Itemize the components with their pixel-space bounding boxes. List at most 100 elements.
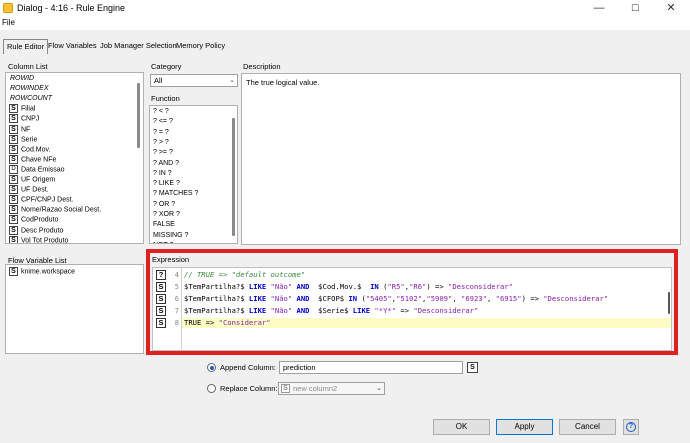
list-item[interactable]: S CodProduto	[9, 215, 58, 225]
append-column-input[interactable]: prediction	[279, 361, 463, 374]
function-item[interactable]: NOT ?	[153, 241, 174, 243]
ok-button[interactable]: OK	[433, 419, 490, 435]
list-item[interactable]: D Data Emissao	[9, 164, 65, 175]
function-item[interactable]: ? > ?	[153, 138, 169, 148]
column-name: Chave NFe	[21, 156, 57, 164]
column-name: CPF/CNPJ Dest.	[21, 196, 74, 204]
list-item[interactable]: S CPF/CNPJ Dest.	[9, 195, 74, 205]
maximize-button[interactable]: ☐	[620, 0, 650, 16]
string-type-icon: S	[9, 195, 18, 205]
line-number: 5	[174, 283, 179, 291]
column-list[interactable]: ROWID ROWINDEX ROWCOUNT S Filial S CNPJ S NF S Ser…	[5, 72, 144, 244]
string-type-icon: S	[281, 384, 290, 393]
code-token: "5405"	[365, 294, 392, 303]
cancel-button[interactable]: Cancel	[559, 419, 616, 435]
string-type-icon: S	[9, 114, 18, 124]
list-item[interactable]: S Filial	[9, 104, 35, 114]
replace-column-value: new column2	[293, 384, 338, 393]
column-list-scrollbar[interactable]	[137, 83, 140, 148]
string-type-icon: S	[9, 235, 18, 243]
expression-editor[interactable]: ? 4// TRUE => "default outcome" S 5 $TemPart…	[152, 267, 672, 351]
list-item[interactable]: S Nome/Razao Social Dest.	[9, 205, 101, 215]
string-type-icon: S	[467, 362, 478, 373]
column-name: Nome/Razao Social Dest.	[21, 206, 102, 214]
code-token: $TemPartilha?$	[184, 282, 249, 291]
list-item[interactable]: S UF Origem	[9, 175, 55, 185]
rule-status-icon: ?	[156, 270, 166, 280]
string-type-icon: S	[156, 282, 166, 292]
code-token: $TemPartilha?$	[184, 306, 249, 315]
code-token: "6915"	[495, 294, 522, 303]
column-list-label: Column List	[8, 62, 48, 71]
list-item[interactable]: S Cod.Mov.	[9, 144, 50, 155]
append-column-radio[interactable]	[207, 363, 216, 372]
list-item[interactable]: S CNPJ	[9, 114, 39, 124]
function-item[interactable]: ? = ?	[153, 128, 169, 138]
function-item[interactable]: ? < ?	[153, 107, 169, 117]
tab-rule-editor[interactable]: Rule Editor	[3, 39, 49, 54]
tab-memory-policy[interactable]: Memory Policy	[173, 39, 228, 54]
code-token: "Desconsiderar"	[448, 282, 513, 291]
tab-job-manager-selection[interactable]: Job Manager Selection	[97, 39, 180, 54]
chevron-down-icon: ⌄	[229, 77, 235, 84]
gutter-separator	[181, 268, 182, 350]
function-item[interactable]: ? AND ?	[153, 159, 179, 169]
category-select[interactable]: All ⌄	[150, 74, 238, 87]
function-item[interactable]: ? MATCHES ?	[153, 189, 198, 199]
column-name: CNPJ	[21, 115, 40, 123]
code-token: // TRUE => "default outcome"	[184, 270, 306, 279]
column-name: ROWINDEX	[10, 85, 49, 93]
code-token: =>	[396, 306, 414, 315]
flow-variable-list[interactable]: Sknime.workspace	[5, 264, 144, 354]
replace-column-label: Replace Column:	[220, 384, 278, 393]
code-line: $TemPartilha?$ LIKE "Não" AND $Cod.Mov.$…	[184, 282, 513, 292]
code-token: "Não"	[266, 294, 297, 303]
close-button[interactable]: ✕	[656, 0, 686, 16]
function-list-scrollbar[interactable]	[232, 118, 235, 236]
list-item[interactable]: S NF	[9, 124, 30, 135]
function-item[interactable]: FALSE	[153, 220, 175, 230]
function-item[interactable]: ? XOR ?	[153, 210, 180, 220]
function-item[interactable]: ? IN ?	[153, 169, 172, 179]
code-token: (	[357, 294, 366, 303]
function-item[interactable]: ? OR ?	[153, 200, 175, 210]
code-token: LIKE	[248, 282, 267, 291]
string-type-icon: S	[9, 124, 18, 134]
minimize-button[interactable]: —	[584, 0, 614, 16]
list-item[interactable]: Sknime.workspace	[9, 267, 75, 277]
code-token: "Considerar"	[218, 318, 271, 327]
list-item[interactable]: S Chave NFe	[9, 154, 57, 165]
code-token: AND	[296, 294, 310, 303]
string-type-icon: S	[9, 144, 18, 154]
code-token: "Não"	[266, 306, 297, 315]
column-name: UF Origem	[21, 176, 56, 184]
function-item[interactable]: ? LIKE ?	[153, 179, 180, 189]
list-item[interactable]: S UF Dest.	[9, 185, 49, 195]
list-item[interactable]: S Serie	[9, 134, 38, 145]
list-item[interactable]: S Desc Produto	[9, 225, 63, 236]
replace-column-radio[interactable]	[207, 384, 216, 393]
code-line: $TemPartilha?$ LIKE "Não" AND $CFOP$ IN …	[184, 294, 608, 304]
function-item[interactable]: ? <= ?	[153, 117, 173, 127]
string-type-icon: S	[9, 175, 18, 184]
help-button[interactable]: ?	[623, 419, 639, 435]
code-token: ) =>	[521, 294, 544, 303]
function-label: Function	[151, 94, 180, 103]
list-item[interactable]: ROWCOUNT	[10, 94, 52, 104]
apply-button[interactable]: Apply	[496, 419, 553, 435]
list-item[interactable]: ROWINDEX	[10, 84, 49, 94]
menu-file[interactable]: File	[2, 18, 15, 27]
line-number: 8	[174, 319, 179, 327]
function-list[interactable]: ? < ?? <= ?? = ?? > ?? >= ?? AND ?? IN ?…	[149, 105, 238, 244]
replace-column-select[interactable]: S new column2 ⌄	[278, 382, 385, 395]
function-item[interactable]: MISSING ?	[153, 231, 188, 241]
tab-flow-variables[interactable]: Flow Variables	[45, 39, 100, 54]
string-type-icon: S	[156, 306, 166, 316]
code-token: "Não"	[266, 282, 297, 291]
category-label: Category	[151, 62, 182, 71]
list-item[interactable]: S Vol Tot Produto	[9, 235, 68, 243]
list-item[interactable]: ROWID	[10, 74, 34, 84]
expression-scrollbar[interactable]	[668, 292, 670, 314]
function-item[interactable]: ? >= ?	[153, 148, 173, 158]
column-name: Serie	[21, 135, 38, 143]
